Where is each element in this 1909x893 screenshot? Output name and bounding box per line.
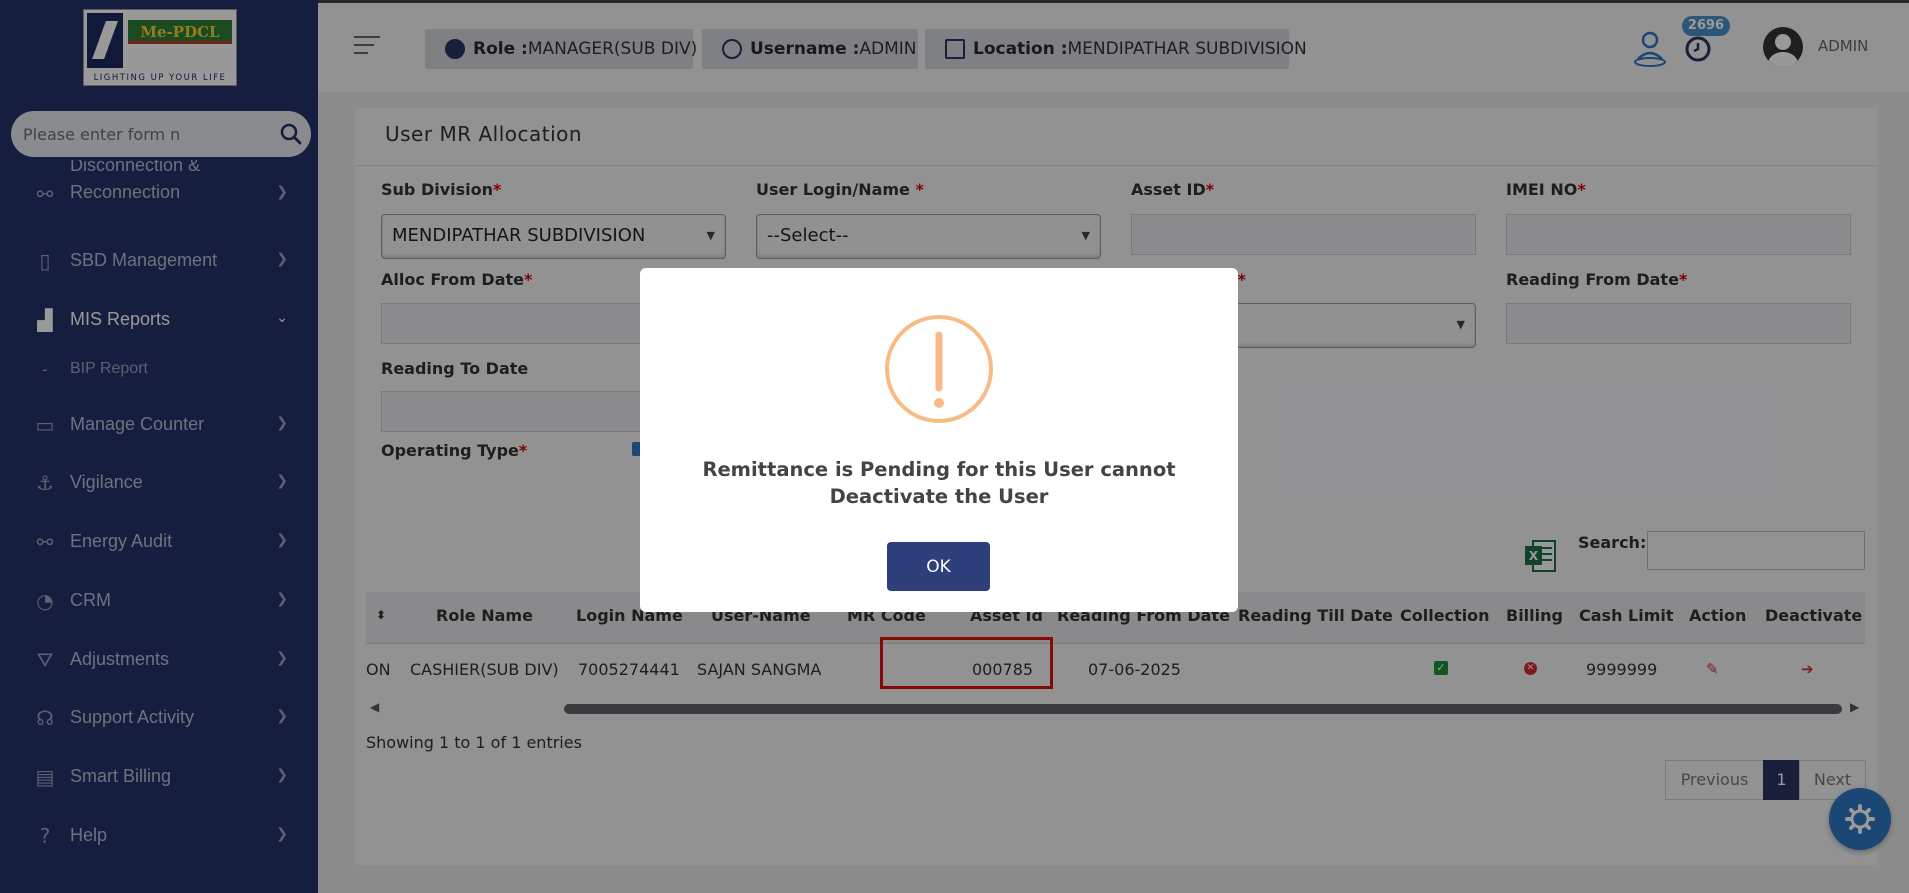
ok-button[interactable]: OK — [887, 542, 990, 591]
alert-message: Remittance is Pending for this User cann… — [702, 458, 1176, 508]
alert-dialog: Remittance is Pending for this User cann… — [640, 268, 1238, 612]
warning-icon — [885, 315, 993, 423]
